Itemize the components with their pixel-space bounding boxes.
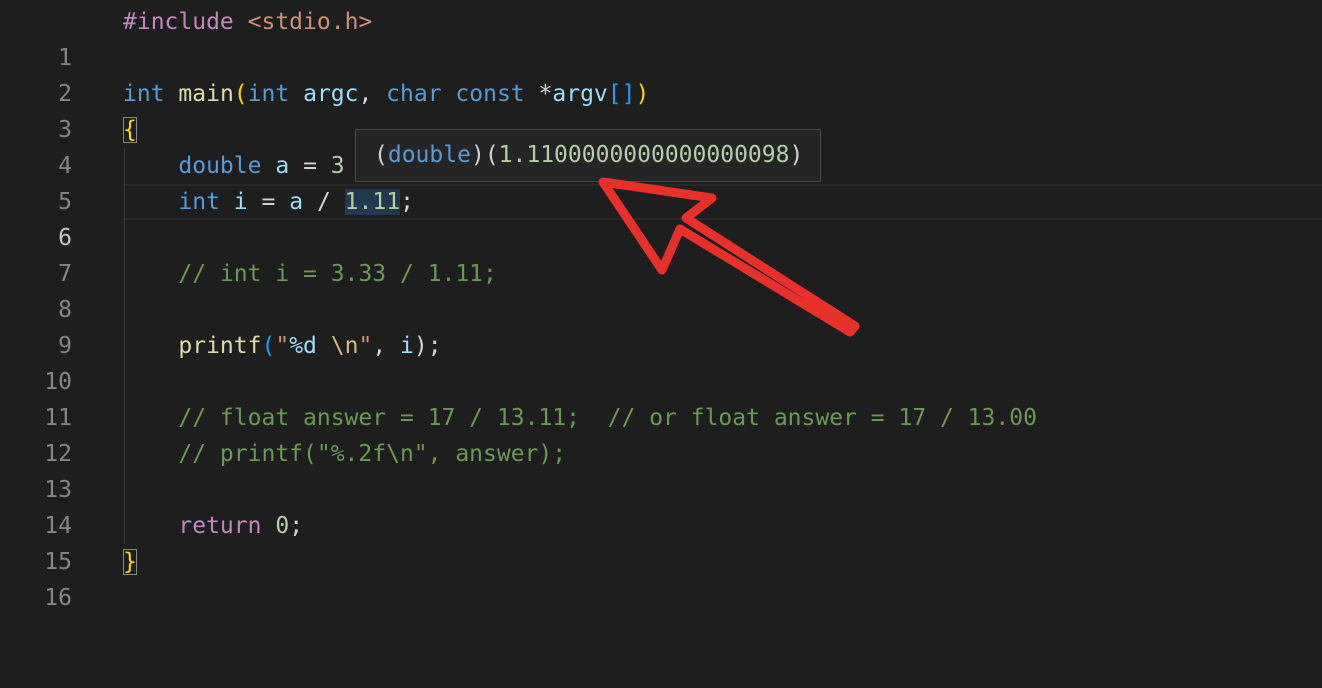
code-line-15[interactable]: 15 return 0;: [0, 508, 1322, 575]
string-quote: ": [358, 333, 373, 359]
code-line-2[interactable]: 2: [0, 40, 1322, 107]
assign-operator: =: [303, 153, 317, 179]
tooltip-paren-close: ): [470, 142, 485, 168]
tooltip-type: double: [387, 142, 471, 168]
var-i: i: [400, 333, 414, 359]
string-space: [317, 333, 331, 359]
var-a: a: [289, 189, 304, 215]
keyword-int: int: [178, 189, 220, 215]
param-argc: argc: [303, 81, 359, 107]
number-literal: 3: [330, 153, 345, 179]
semicolon: ;: [400, 189, 414, 215]
escape-sequence: \n: [330, 333, 359, 359]
code-line-9[interactable]: 9: [0, 292, 1322, 359]
assign-operator: =: [261, 189, 276, 215]
code-editor[interactable]: 1 #include <stdio.h> 2 3 int main(int ar…: [0, 0, 1322, 622]
pointer-star: *: [538, 81, 553, 107]
keyword-int: int: [123, 81, 165, 107]
code-line-1[interactable]: 1 #include <stdio.h>: [0, 4, 1322, 71]
param-argv: argv: [552, 81, 608, 107]
tooltip-value: 1.1100000000000000098: [498, 142, 790, 168]
code-line-14[interactable]: 14: [0, 472, 1322, 539]
var-a: a: [275, 153, 290, 179]
code-line-13[interactable]: 13 // printf("%.2f\n", answer);: [0, 436, 1322, 503]
function-printf: printf: [178, 333, 262, 359]
preprocessor-directive: #include: [123, 9, 234, 35]
code-line-10[interactable]: 10 printf("%d \n", i);: [0, 328, 1322, 395]
code-line-3[interactable]: 3 int main(int argc, char const *argv[]): [0, 76, 1322, 143]
brace-close: }: [123, 549, 137, 575]
include-header: <stdio.h>: [247, 9, 373, 35]
code-line-16[interactable]: 16 }: [0, 544, 1322, 611]
function-main: main: [178, 81, 234, 107]
comment: // printf("%.2f\n", answer);: [178, 441, 567, 467]
semicolon: ;: [289, 513, 304, 539]
format-specifier: %d: [289, 333, 317, 359]
comma: ,: [358, 81, 373, 107]
code-line-8[interactable]: 8 // int i = 3.33 / 1.11;: [0, 256, 1322, 323]
paren-close-semicolon: );: [413, 333, 442, 359]
code-line-11[interactable]: 11: [0, 364, 1322, 431]
tooltip-paren-open: (: [374, 142, 388, 168]
hovered-number-literal[interactable]: 1.11: [344, 189, 401, 215]
paren-close: ): [635, 81, 650, 107]
paren-open: (: [261, 333, 276, 359]
var-i: i: [233, 189, 248, 215]
code-line-6[interactable]: 6 int i = a / 1.11;: [0, 184, 1322, 251]
comment: // float answer = 17 / 13.11; // or floa…: [178, 405, 1037, 431]
brace-open: {: [123, 117, 137, 143]
code-line-12[interactable]: 12 // float answer = 17 / 13.11; // or f…: [0, 400, 1322, 467]
number-literal: 0: [275, 513, 290, 539]
comment: // int i = 3.33 / 1.11;: [178, 261, 497, 287]
paren-open: (: [233, 81, 248, 107]
keyword-return: return: [178, 513, 262, 539]
string-quote: ": [275, 333, 290, 359]
array-brackets: []: [607, 81, 636, 107]
divide-operator: /: [316, 189, 331, 215]
keyword-int: int: [247, 81, 290, 107]
tooltip-value-paren-close: ): [789, 142, 804, 168]
keyword-const: const: [455, 81, 525, 107]
keyword-char: char: [386, 81, 442, 107]
comma: ,: [372, 333, 387, 359]
tooltip-value-paren-open: (: [484, 142, 499, 168]
keyword-double: double: [178, 153, 262, 179]
code-line-7[interactable]: 7: [0, 220, 1322, 287]
hover-tooltip: (double)(1.1100000000000000098): [355, 129, 821, 182]
line-number: 16: [44, 585, 72, 611]
